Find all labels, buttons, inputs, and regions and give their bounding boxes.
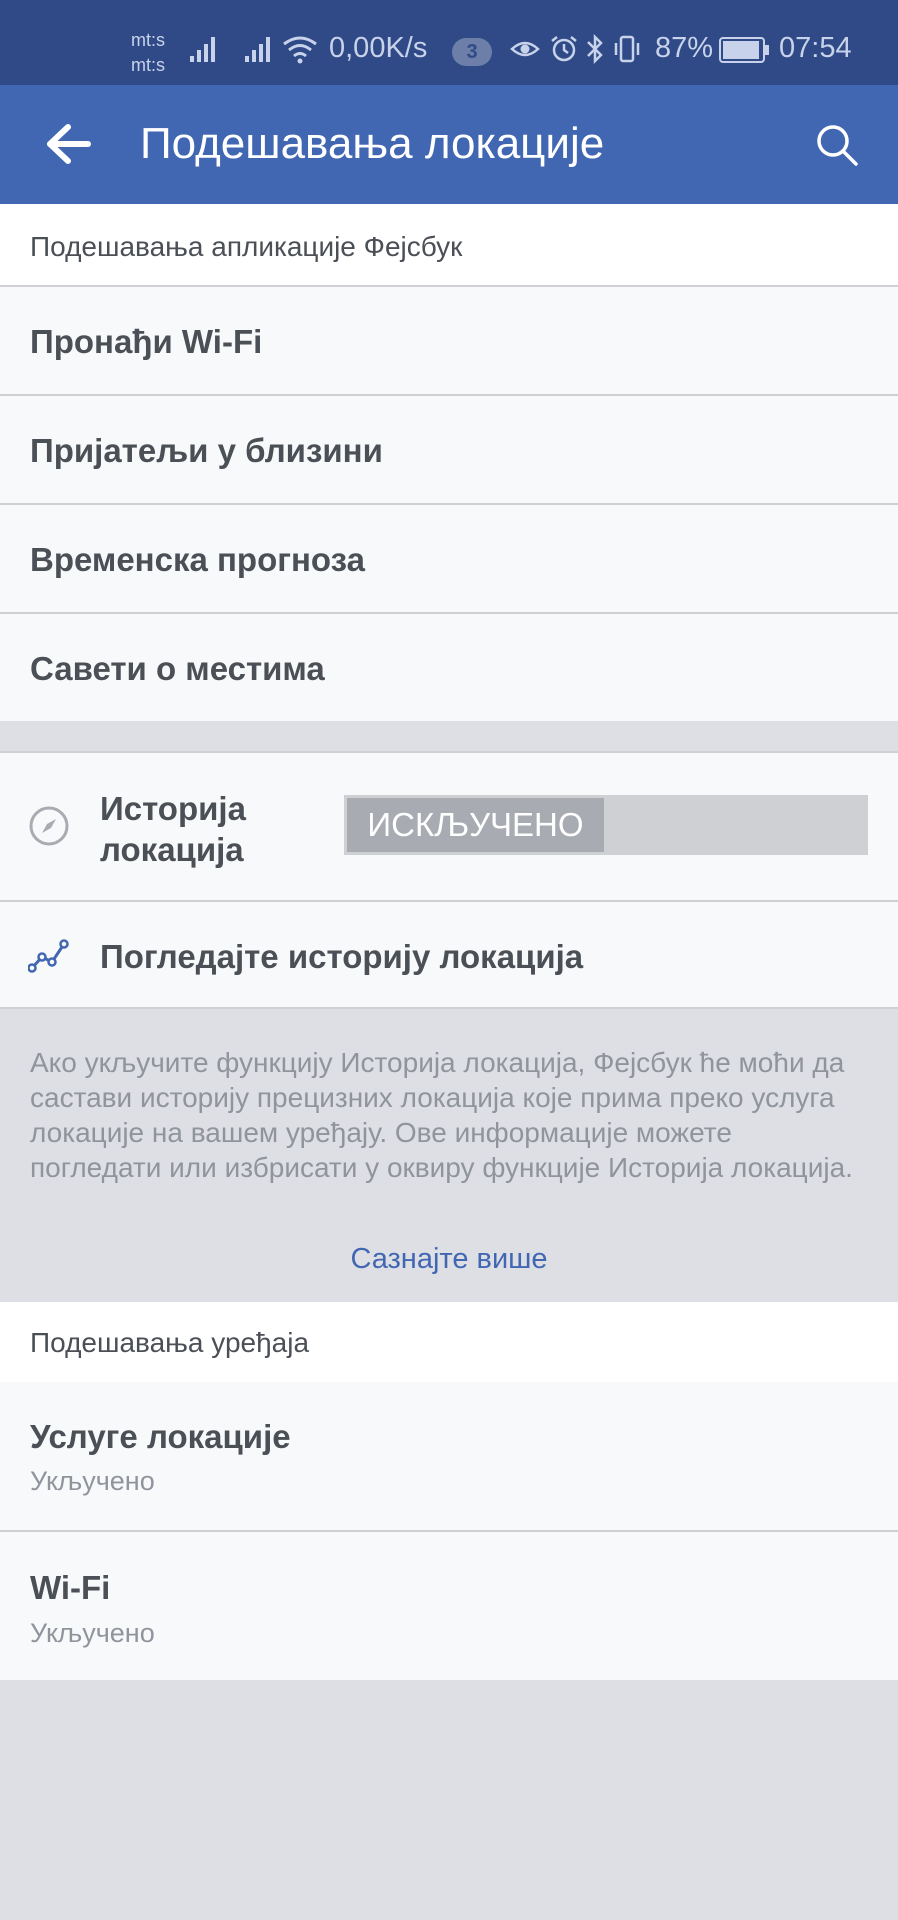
signal-icon [190,37,215,62]
carrier-1: mt:s [131,30,165,50]
location-history-label-2: локација [100,831,244,868]
notification-badge: 3 [452,38,492,66]
location-history-label: Историја локација [100,788,246,870]
list-item-find-wifi[interactable]: Пронађи Wi-Fi [0,285,898,394]
bluetooth-icon [587,34,603,64]
status-bar: mt:s mt:s 0,00K/s 3 87% 07:54 [0,0,898,85]
back-arrow-icon[interactable] [44,119,94,169]
list-item-label: Савети о местима [30,650,325,687]
battery-percent: 87% [655,32,714,64]
list-item-label: Пријатељи у близини [30,432,383,469]
list-item-label: Временска прогноза [30,541,365,578]
alarm-icon [551,36,577,62]
compass-icon [29,806,69,846]
route-icon [28,939,69,973]
network-speed: 0,00K/s [329,32,428,64]
list-item-weather[interactable]: Временска прогноза [0,503,898,612]
location-history-toggle[interactable]: ИСКЉУЧЕНО [344,795,868,855]
carrier-2: mt:s [131,55,165,75]
learn-more-link[interactable]: Сазнајте више [0,1243,898,1276]
list-item-location-services[interactable]: Услуге локације Укључено [0,1382,898,1530]
view-location-history-row[interactable]: Погледајте историју локација [0,900,898,1009]
list-item-nearby-friends[interactable]: Пријатељи у близини [0,394,898,503]
toggle-state: ИСКЉУЧЕНО [347,798,604,852]
view-location-history-label: Погледајте историју локација [100,938,584,975]
app-bar: Подешавања локације [0,85,898,204]
wifi-icon [283,36,317,64]
page-title: Подешавања локације [140,119,605,168]
section-header-app: Подешавања апликације Фејсбук [0,204,898,285]
signal-icon-2 [245,37,270,62]
list-item-label: Услуге локације [30,1418,291,1455]
list-item-place-tips[interactable]: Савети о местима [0,612,898,721]
battery-icon [719,37,769,63]
list-item-status: Укључено [30,1618,155,1648]
list-item-status: Укључено [30,1466,155,1496]
location-history-label-1: Историја [100,790,246,827]
location-history-info: Ако укључите функцију Историја локација,… [30,1047,853,1183]
clock: 07:54 [779,32,852,64]
list-item-label: Пронађи Wi-Fi [30,323,263,360]
search-icon[interactable] [814,122,860,168]
section-header-device: Подешавања уређаја [0,1302,898,1382]
list-item-wifi[interactable]: Wi-Fi Укључено [0,1530,898,1680]
eye-icon [510,41,540,57]
carrier-label: mt:s mt:s [131,28,165,78]
vibrate-icon [614,35,640,63]
list-item-label: Wi-Fi [30,1569,111,1606]
